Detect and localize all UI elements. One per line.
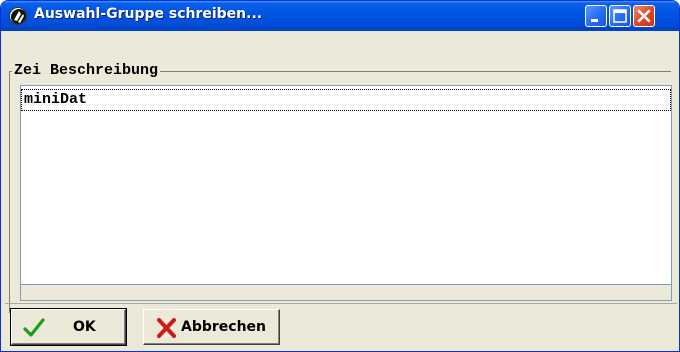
window-title: Auswahl-Gruppe schreiben... xyxy=(34,6,263,22)
selection-listbox[interactable]: miniDat xyxy=(20,85,672,285)
minimize-button[interactable] xyxy=(585,5,607,27)
checkmark-icon xyxy=(23,318,45,337)
cancel-button-label: Abbrechen xyxy=(181,319,267,335)
title-bar[interactable]: Auswahl-Gruppe schreiben... xyxy=(1,1,679,31)
red-x-icon xyxy=(157,318,176,338)
maximize-icon xyxy=(613,9,627,23)
list-item[interactable]: miniDat xyxy=(21,89,671,111)
cancel-button[interactable]: Abbrechen xyxy=(143,309,280,345)
ok-button-label: OK xyxy=(73,319,96,335)
list-bottom-strip xyxy=(20,285,672,301)
close-icon xyxy=(637,9,651,23)
app-icon[interactable] xyxy=(9,7,27,25)
ok-button[interactable]: OK xyxy=(10,308,127,346)
maximize-button[interactable] xyxy=(609,5,631,27)
dialog-window: Auswahl-Gruppe schreiben... Zei Beschrei… xyxy=(0,0,680,352)
close-button[interactable] xyxy=(633,5,655,27)
minimize-icon xyxy=(591,19,598,22)
separator xyxy=(5,303,677,304)
list-column-header: Zei Beschreibung xyxy=(12,61,161,83)
